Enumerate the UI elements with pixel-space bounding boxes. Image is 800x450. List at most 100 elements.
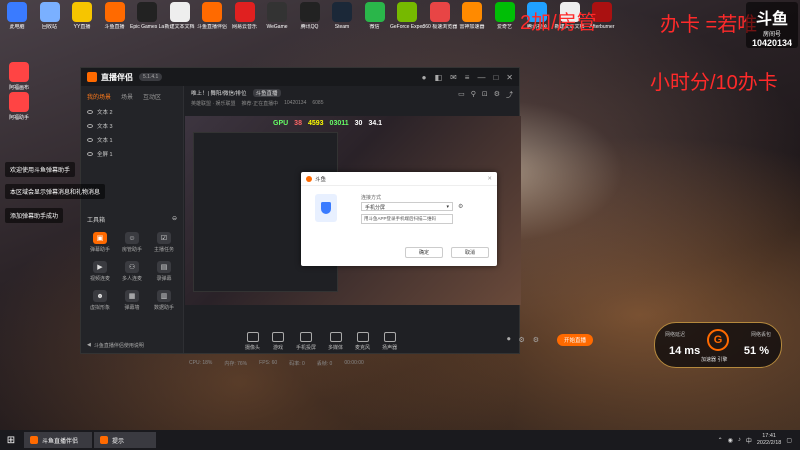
- desktop-icon[interactable]: 腾讯QQ: [295, 2, 325, 30]
- camera-icon[interactable]: ▭: [458, 90, 465, 100]
- desktop-icon-left-1[interactable]: 阿福画布: [4, 62, 34, 91]
- source-item[interactable]: 全屏 1: [81, 147, 183, 161]
- link-icon[interactable]: ⚲: [471, 90, 476, 100]
- tool-video-link[interactable]: ▶ 视频连麦: [85, 261, 115, 282]
- geforce-icon: [397, 2, 417, 22]
- tab-interact[interactable]: 互动区: [143, 92, 161, 101]
- gear-icon[interactable]: ⚙: [533, 336, 539, 344]
- tool-admin[interactable]: ☺ 房管助手: [117, 232, 147, 253]
- source-item[interactable]: 文本 1: [81, 133, 183, 147]
- desktop-icon[interactable]: 新建文本文档: [164, 2, 195, 30]
- menu-icon[interactable]: ≡: [465, 73, 470, 82]
- stream-title[interactable]: 唯上！| 舞阳/微信/排位: [191, 89, 247, 97]
- eye-icon[interactable]: [87, 138, 93, 142]
- source-item[interactable]: 文本 3: [81, 119, 183, 133]
- desktop-icon[interactable]: 爱奇艺: [490, 2, 520, 30]
- volume-icon[interactable]: ♪: [738, 437, 741, 443]
- avatar-icon: ☻: [93, 290, 107, 302]
- desktop-icon[interactable]: 雷神加速器: [457, 2, 487, 30]
- settings-icon[interactable]: ⚙: [519, 336, 525, 344]
- toolbox-header: 工具箱 ⊖: [87, 215, 177, 224]
- game-button[interactable]: 游戏: [272, 332, 285, 351]
- desktop-icon[interactable]: Epic Games Launcher: [130, 2, 164, 30]
- network-icon[interactable]: ◉: [728, 437, 733, 444]
- avatar-icon[interactable]: ●: [422, 73, 427, 82]
- record-icon[interactable]: ⏺: [507, 336, 511, 344]
- desktop-icon-left-2[interactable]: 阿福助手: [4, 92, 34, 121]
- start-button[interactable]: ⊞: [0, 435, 22, 446]
- message-icon[interactable]: ✉: [450, 73, 457, 82]
- tool-wall[interactable]: ▦ 弹幕墙: [117, 290, 147, 311]
- cancel-button[interactable]: 取消: [451, 247, 489, 258]
- source-item[interactable]: 文本 2: [81, 105, 183, 119]
- loss-value: 51 %: [743, 345, 769, 357]
- douyu-icon: [306, 175, 312, 182]
- stream-preview[interactable]: GPU 38 4593 03011 30 34.1 斗鱼 ✕ 连接方式 手机分屏…: [185, 116, 521, 305]
- tool-data[interactable]: ▥ 数据助手: [149, 290, 179, 311]
- speaker-button[interactable]: 扬声器: [382, 332, 397, 351]
- eye-icon[interactable]: [87, 110, 93, 114]
- connect-hint: 用斗鱼APP登录手机端后扫描二维码: [361, 214, 453, 224]
- collapse-icon[interactable]: ⊖: [172, 215, 177, 224]
- room-number: 10420134: [751, 38, 793, 48]
- recycle-bin-icon: [39, 2, 60, 22]
- taskbar-item-companion[interactable]: 斗鱼直播伴侣: [24, 432, 92, 448]
- media-button[interactable]: 多媒体: [328, 332, 343, 351]
- tool-danmu[interactable]: ▣ 弹幕助手: [85, 232, 115, 253]
- help-icon[interactable]: ⚙: [458, 203, 463, 210]
- camera-button[interactable]: 摄像头: [245, 332, 260, 351]
- desktop-icon[interactable]: 网易云音乐: [230, 2, 260, 30]
- ping-label: 网络延迟: [665, 332, 686, 338]
- maximize-icon[interactable]: □: [493, 73, 498, 82]
- tool-task[interactable]: ☑ 主播任务: [149, 232, 179, 253]
- phone-cast-button[interactable]: 手机投屏: [296, 332, 316, 351]
- desktop-icon[interactable]: WeGame: [262, 2, 292, 30]
- gear-icon[interactable]: ⚙: [494, 90, 500, 100]
- desktop-icon[interactable]: 斗鱼直播伴侣: [197, 2, 227, 30]
- notification-icon[interactable]: ▢: [786, 437, 792, 444]
- eye-icon[interactable]: [87, 124, 93, 128]
- clock[interactable]: 17:41 2022/2/18: [757, 433, 781, 447]
- notice-info: 本区域会显示弹幕消息和礼物消息: [5, 184, 106, 199]
- doc-icon: [169, 2, 190, 22]
- tab-my-scene[interactable]: 我的场景: [87, 92, 111, 101]
- chevron-up-icon[interactable]: ⌃: [718, 437, 723, 444]
- desktop-icon[interactable]: YY直播: [67, 2, 97, 30]
- phone-icon: [300, 332, 313, 342]
- ok-button[interactable]: 确定: [405, 247, 443, 258]
- wall-icon: ▦: [125, 290, 139, 302]
- bottom-toolbar: 摄像头 游戏 手机投屏 多媒体 麦克风 扬声器: [245, 332, 397, 351]
- room-logo: 斗鱼: [755, 11, 788, 28]
- close-icon[interactable]: ✕: [487, 176, 492, 182]
- notice-welcome: 欢迎使用斗鱼弹幕助手: [5, 162, 76, 177]
- lock-icon[interactable]: ⊡: [482, 90, 488, 100]
- left-footer[interactable]: ◀ 斗鱼直播伴侣使用说明: [87, 342, 144, 349]
- connect-select[interactable]: 手机分屏 ▾: [361, 202, 453, 211]
- skin-icon[interactable]: ◧: [435, 73, 443, 82]
- tab-scene[interactable]: 场景: [121, 92, 133, 101]
- desktop-icon[interactable]: 斗鱼直播: [100, 2, 130, 30]
- start-live-button[interactable]: 开始直播: [557, 334, 593, 346]
- version-badge: 5.1.4.1: [139, 73, 163, 81]
- ime-icon[interactable]: 中: [746, 436, 752, 445]
- eye-icon[interactable]: [87, 152, 93, 156]
- desktop-icon[interactable]: GeForce Experience: [390, 2, 424, 30]
- tool-avatar[interactable]: ☻ 虚拟形象: [85, 290, 115, 311]
- share-icon[interactable]: ⤴: [506, 90, 513, 100]
- stream-tag: 斗鱼直播: [252, 89, 281, 97]
- tool-multi-link[interactable]: ⚇ 多人连麦: [117, 261, 147, 282]
- desktop-icon[interactable]: 360 极速浏览器: [423, 2, 457, 30]
- mic-button[interactable]: 麦克风: [355, 332, 370, 351]
- tool-record[interactable]: ▤ 录弹幕: [149, 261, 179, 282]
- desktop-icon[interactable]: 回收站: [35, 2, 65, 30]
- taskbar-item-prompt[interactable]: 提示: [94, 432, 156, 448]
- accelerator-widget[interactable]: 网络延迟 14 ms G 加速器 引擎 网络丢包 51 %: [654, 322, 782, 368]
- desktop-icon[interactable]: 微信: [360, 2, 390, 30]
- close-icon[interactable]: ✕: [506, 73, 513, 82]
- scene-tabs: 我的场景 场景 互动区: [81, 86, 183, 105]
- stream-category[interactable]: 英雄联盟 · 娱乐联盟: [191, 100, 235, 107]
- desktop-icon[interactable]: Steam: [327, 2, 357, 30]
- minimize-icon[interactable]: —: [477, 73, 485, 82]
- desktop-icon[interactable]: 此电脑: [2, 2, 32, 30]
- center-panel: 唯上！| 舞阳/微信/排位 斗鱼直播 英雄联盟 · 娱乐联盟 推荐·正在直播中 …: [185, 86, 593, 367]
